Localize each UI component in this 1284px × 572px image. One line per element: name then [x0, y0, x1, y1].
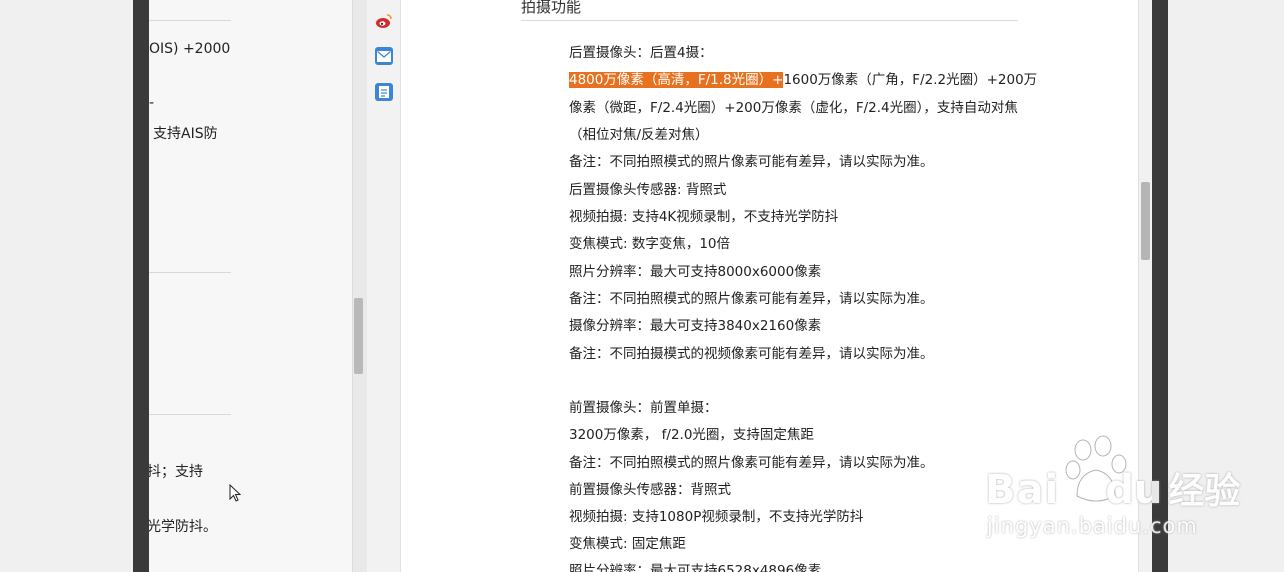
- right-scrollbar-thumb[interactable]: [1141, 182, 1150, 260]
- content-line: 后置摄像头：后置4摄：: [569, 45, 713, 61]
- content-line: （相位对焦/反差对焦）: [569, 127, 709, 143]
- divider: [149, 20, 231, 21]
- left-scrollbar-track[interactable]: [352, 0, 367, 572]
- content-line: 照片分辨率：最大可支持8000x6000像素: [569, 264, 822, 280]
- watermark-title: Bai du 经验: [985, 462, 1240, 514]
- section-heading: 拍摄功能: [521, 0, 582, 16]
- content-line: 前置摄像头传感器：背照式: [569, 482, 731, 498]
- content-line-highlighted: 4800万像素（高清，F/1.8光圈）+1600万像素（广角，F/2.2光圈）+…: [569, 68, 1037, 88]
- left-text-fragment: 支持AIS防: [153, 126, 218, 142]
- content-line: 备注：不同拍照模式的照片像素可能有差异，请以实际为准。: [569, 154, 934, 170]
- content-line: 变焦模式: 数字变焦，10倍: [569, 236, 731, 252]
- content-line: 视频拍摄: 支持1080P视频录制，不支持光学防抖: [569, 509, 864, 525]
- content-line: 像素（微距，F/2.4光圈）+200万像素（虚化，F/2.4光圈），支持自动对焦: [569, 100, 1018, 116]
- selected-text[interactable]: 4800万像素（高清，F/1.8光圈）+: [569, 72, 784, 88]
- document-icon[interactable]: [375, 83, 393, 101]
- left-scrollbar-thumb[interactable]: [354, 298, 363, 374]
- left-text-fragment: 光学防抖。: [149, 519, 217, 535]
- content-line: 备注：不同拍照模式的照片像素可能有差异，请以实际为准。: [569, 455, 934, 471]
- heading-divider: [521, 20, 1018, 21]
- content-line: 视频拍摄: 支持4K视频录制，不支持光学防抖: [569, 209, 839, 225]
- watermark-bai: Bai: [985, 467, 1060, 513]
- content-line: 备注：不同拍照模式的照片像素可能有差异，请以实际为准。: [569, 291, 934, 307]
- watermark-url: jingyan.baidu.com: [987, 514, 1198, 538]
- watermark-jingyan: 经验: [1168, 471, 1241, 512]
- left-text-fragment: -: [149, 95, 155, 111]
- content-line: 照片分辨率：最大可支持6528x4896像素: [569, 563, 822, 572]
- divider: [149, 272, 231, 273]
- divider: [149, 414, 231, 415]
- share-icon-column: [367, 0, 401, 572]
- content-line-rest: 1600万像素（广角，F/2.2光圈）+200万: [783, 72, 1038, 88]
- weibo-icon[interactable]: [375, 12, 393, 30]
- baidu-jingyan-watermark: Bai du 经验 jingyan.baidu.com: [985, 434, 1240, 546]
- content-line: 3200万像素， f/2.0光圈，支持固定焦距: [569, 427, 814, 443]
- left-document-panel: OIS) +2000 - 支持AIS防 抖；支持 光学防抖。: [149, 0, 352, 572]
- watermark-du: du: [1105, 467, 1163, 513]
- mail-icon[interactable]: [375, 47, 393, 65]
- screen-bezel-left: [133, 0, 149, 572]
- content-line: 变焦模式: 固定焦距: [569, 536, 686, 552]
- content-line: 后置摄像头传感器: 背照式: [569, 182, 727, 198]
- left-text-fragment: OIS) +2000: [149, 41, 231, 57]
- content-line: 前置摄像头：前置单摄：: [569, 400, 718, 416]
- mouse-cursor-icon: [229, 483, 242, 506]
- content-line: 摄像分辨率：最大可支持3840x2160像素: [569, 318, 822, 334]
- content-line: 备注：不同拍摄模式的视频像素可能有差异，请以实际为准。: [569, 346, 934, 362]
- left-text-fragment: 抖；支持: [149, 464, 203, 480]
